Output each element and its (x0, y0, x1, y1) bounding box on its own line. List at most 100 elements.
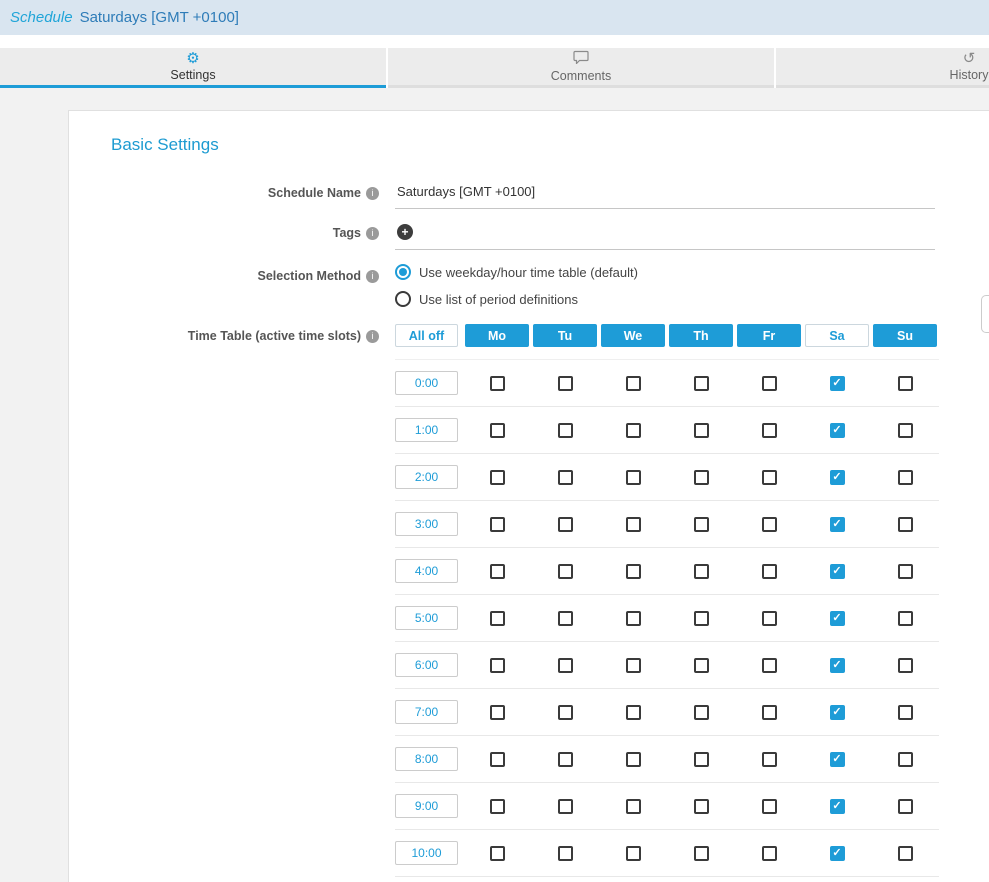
timeslot-checkbox-fr-000[interactable] (762, 376, 777, 391)
timeslot-checkbox-fr-800[interactable] (762, 752, 777, 767)
timeslot-checkbox-tu-100[interactable] (558, 423, 573, 438)
timeslot-checkbox-fr-200[interactable] (762, 470, 777, 485)
timeslot-checkbox-sa-300[interactable]: ✓ (830, 517, 845, 532)
timeslot-checkbox-we-100[interactable] (626, 423, 641, 438)
timeslot-checkbox-sa-000[interactable]: ✓ (830, 376, 845, 391)
tab-settings[interactable]: ⚙ Settings (0, 48, 386, 88)
info-icon[interactable]: i (366, 270, 379, 283)
time-button-900[interactable]: 9:00 (395, 794, 458, 818)
timeslot-checkbox-we-500[interactable] (626, 611, 641, 626)
timeslot-checkbox-mo-1000[interactable] (490, 846, 505, 861)
timeslot-checkbox-th-300[interactable] (694, 517, 709, 532)
info-icon[interactable]: i (366, 227, 379, 240)
timeslot-checkbox-fr-500[interactable] (762, 611, 777, 626)
time-button-100[interactable]: 1:00 (395, 418, 458, 442)
radio-selected[interactable] (395, 264, 411, 280)
timeslot-checkbox-sa-700[interactable]: ✓ (830, 705, 845, 720)
day-button-mo[interactable]: Mo (465, 324, 529, 347)
timeslot-checkbox-th-700[interactable] (694, 705, 709, 720)
timeslot-checkbox-sa-400[interactable]: ✓ (830, 564, 845, 579)
timeslot-checkbox-fr-100[interactable] (762, 423, 777, 438)
timeslot-checkbox-sa-600[interactable]: ✓ (830, 658, 845, 673)
timeslot-checkbox-su-300[interactable] (898, 517, 913, 532)
time-button-400[interactable]: 4:00 (395, 559, 458, 583)
timeslot-checkbox-fr-400[interactable] (762, 564, 777, 579)
timeslot-checkbox-we-900[interactable] (626, 799, 641, 814)
add-tag-button[interactable]: + (397, 224, 413, 240)
time-button-200[interactable]: 2:00 (395, 465, 458, 489)
timeslot-checkbox-mo-000[interactable] (490, 376, 505, 391)
timeslot-checkbox-th-900[interactable] (694, 799, 709, 814)
timeslot-checkbox-tu-1000[interactable] (558, 846, 573, 861)
timeslot-checkbox-fr-700[interactable] (762, 705, 777, 720)
timeslot-checkbox-mo-900[interactable] (490, 799, 505, 814)
timeslot-checkbox-sa-100[interactable]: ✓ (830, 423, 845, 438)
timeslot-checkbox-we-300[interactable] (626, 517, 641, 532)
timeslot-checkbox-sa-500[interactable]: ✓ (830, 611, 845, 626)
timeslot-checkbox-su-000[interactable] (898, 376, 913, 391)
time-button-1000[interactable]: 10:00 (395, 841, 458, 865)
timeslot-checkbox-we-600[interactable] (626, 658, 641, 673)
day-button-th[interactable]: Th (669, 324, 733, 347)
timeslot-checkbox-tu-300[interactable] (558, 517, 573, 532)
timeslot-checkbox-th-200[interactable] (694, 470, 709, 485)
timeslot-checkbox-su-600[interactable] (898, 658, 913, 673)
timeslot-checkbox-tu-400[interactable] (558, 564, 573, 579)
timeslot-checkbox-su-500[interactable] (898, 611, 913, 626)
selection-method-option[interactable]: Use list of period definitions (395, 291, 935, 307)
timeslot-checkbox-su-100[interactable] (898, 423, 913, 438)
timeslot-checkbox-su-1000[interactable] (898, 846, 913, 861)
timeslot-checkbox-th-100[interactable] (694, 423, 709, 438)
timeslot-checkbox-mo-300[interactable] (490, 517, 505, 532)
timeslot-checkbox-mo-700[interactable] (490, 705, 505, 720)
timeslot-checkbox-su-900[interactable] (898, 799, 913, 814)
timeslot-checkbox-tu-900[interactable] (558, 799, 573, 814)
side-panel-handle[interactable] (981, 295, 989, 333)
time-button-600[interactable]: 6:00 (395, 653, 458, 677)
timeslot-checkbox-we-200[interactable] (626, 470, 641, 485)
time-button-000[interactable]: 0:00 (395, 371, 458, 395)
timeslot-checkbox-fr-600[interactable] (762, 658, 777, 673)
timeslot-checkbox-tu-500[interactable] (558, 611, 573, 626)
timeslot-checkbox-th-600[interactable] (694, 658, 709, 673)
tab-history[interactable]: ↺ History (776, 48, 989, 88)
time-button-300[interactable]: 3:00 (395, 512, 458, 536)
timeslot-checkbox-mo-800[interactable] (490, 752, 505, 767)
timeslot-checkbox-mo-600[interactable] (490, 658, 505, 673)
timeslot-checkbox-su-400[interactable] (898, 564, 913, 579)
all-off-button[interactable]: All off (395, 324, 458, 347)
timeslot-checkbox-tu-800[interactable] (558, 752, 573, 767)
radio-unselected[interactable] (395, 291, 411, 307)
timeslot-checkbox-sa-800[interactable]: ✓ (830, 752, 845, 767)
timeslot-checkbox-th-000[interactable] (694, 376, 709, 391)
day-button-we[interactable]: We (601, 324, 665, 347)
day-button-su[interactable]: Su (873, 324, 937, 347)
info-icon[interactable]: i (366, 187, 379, 200)
tab-comments[interactable]: Comments (388, 48, 774, 88)
timeslot-checkbox-th-400[interactable] (694, 564, 709, 579)
timeslot-checkbox-fr-300[interactable] (762, 517, 777, 532)
timeslot-checkbox-tu-700[interactable] (558, 705, 573, 720)
schedule-name-input[interactable] (395, 181, 935, 209)
timeslot-checkbox-we-000[interactable] (626, 376, 641, 391)
timeslot-checkbox-fr-900[interactable] (762, 799, 777, 814)
timeslot-checkbox-mo-400[interactable] (490, 564, 505, 579)
day-button-tu[interactable]: Tu (533, 324, 597, 347)
timeslot-checkbox-th-500[interactable] (694, 611, 709, 626)
time-button-700[interactable]: 7:00 (395, 700, 458, 724)
timeslot-checkbox-sa-1000[interactable]: ✓ (830, 846, 845, 861)
timeslot-checkbox-sa-900[interactable]: ✓ (830, 799, 845, 814)
timeslot-checkbox-su-200[interactable] (898, 470, 913, 485)
timeslot-checkbox-sa-200[interactable]: ✓ (830, 470, 845, 485)
time-button-800[interactable]: 8:00 (395, 747, 458, 771)
timeslot-checkbox-mo-500[interactable] (490, 611, 505, 626)
timeslot-checkbox-mo-200[interactable] (490, 470, 505, 485)
timeslot-checkbox-su-700[interactable] (898, 705, 913, 720)
timeslot-checkbox-we-1000[interactable] (626, 846, 641, 861)
timeslot-checkbox-we-800[interactable] (626, 752, 641, 767)
timeslot-checkbox-th-800[interactable] (694, 752, 709, 767)
timeslot-checkbox-we-700[interactable] (626, 705, 641, 720)
timeslot-checkbox-fr-1000[interactable] (762, 846, 777, 861)
timeslot-checkbox-tu-200[interactable] (558, 470, 573, 485)
day-button-fr[interactable]: Fr (737, 324, 801, 347)
